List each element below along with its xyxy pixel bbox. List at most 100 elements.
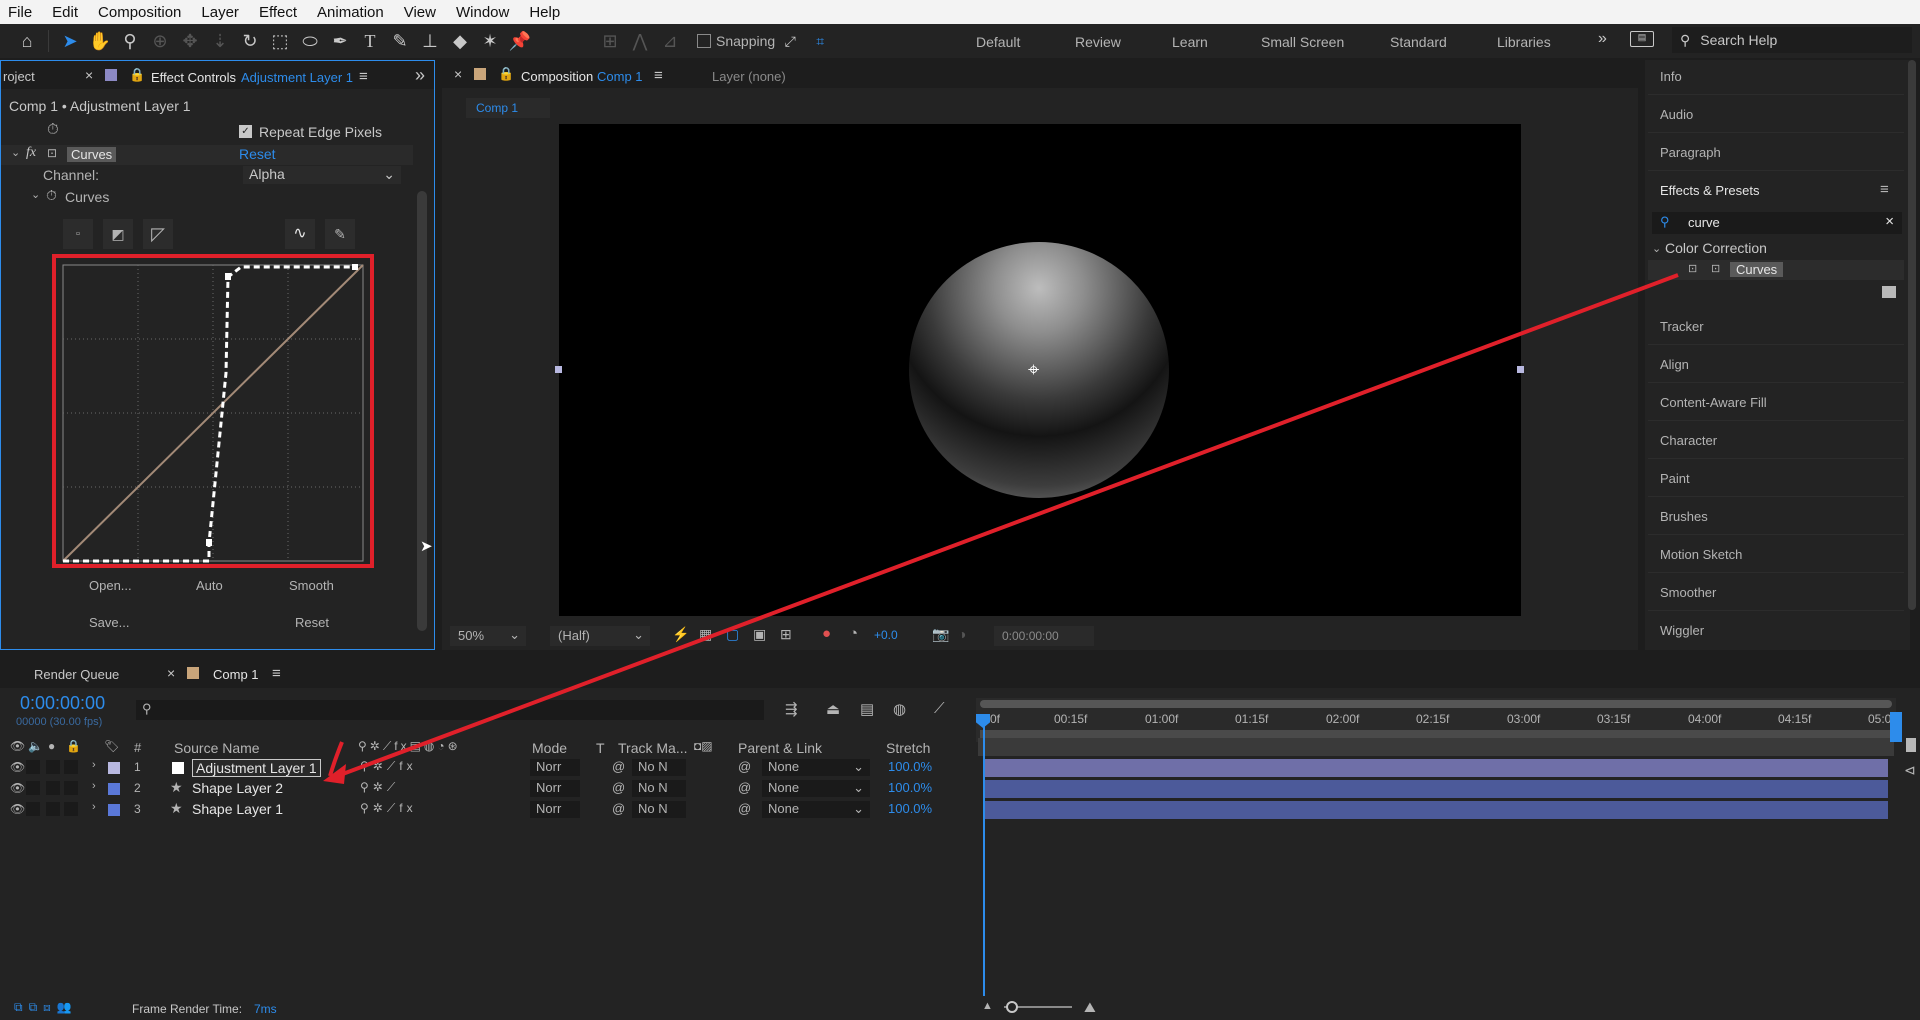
curves-reset-button[interactable]: Reset	[295, 615, 329, 630]
exposure-value[interactable]: +0.0	[874, 628, 898, 642]
layer-handle[interactable]	[1517, 366, 1524, 373]
reset-exposure-icon[interactable]: ◔	[849, 625, 858, 642]
shy-layers-icon[interactable]: ▤	[860, 700, 874, 718]
curves-effect-name[interactable]: Curves	[67, 147, 117, 162]
hand-tool-icon[interactable]: ✋	[85, 26, 115, 56]
puppet-pin-tool-icon[interactable]: 📌	[505, 26, 535, 56]
channel-dropdown[interactable]: Alpha ⌄	[243, 166, 401, 184]
show-snapshot-icon[interactable]: ◑	[958, 626, 966, 642]
workspace-libraries[interactable]: Libraries	[1497, 34, 1551, 50]
current-time-display[interactable]: 0:00:00:00	[20, 693, 105, 714]
visibility-eye-icon[interactable]: 👁	[10, 781, 25, 795]
parent-dropdown[interactable]: None ⌄	[762, 780, 870, 797]
project-tab[interactable]: roject	[3, 69, 35, 84]
motion-sketch-panel-tab[interactable]: Motion Sketch	[1660, 547, 1742, 562]
close-icon[interactable]: ×	[85, 67, 93, 83]
audio-panel-tab[interactable]: Audio	[1660, 107, 1693, 122]
solo-toggle[interactable]	[46, 760, 60, 774]
workspace-toggle-icon[interactable]: ▤	[1630, 31, 1654, 47]
source-name-column-header[interactable]: Source Name	[174, 740, 260, 756]
curve-1024-size-icon[interactable]: ◩	[103, 219, 133, 249]
curves-graph[interactable]	[51, 253, 375, 569]
pen-tool-icon[interactable]: ✒	[325, 26, 355, 56]
lock-toggle[interactable]	[64, 781, 78, 795]
align-world-axis-icon[interactable]: ⋀	[625, 26, 655, 56]
composition-tab-comp[interactable]: Comp 1	[597, 69, 643, 84]
workspace-standard[interactable]: Standard	[1390, 34, 1447, 50]
blend-mode-dropdown[interactable]: Norr	[530, 759, 580, 776]
selection-tool-icon[interactable]: ➤	[55, 26, 85, 56]
bezier-curve-tool-icon[interactable]: ∿	[285, 219, 315, 249]
color-correction-category[interactable]: Color Correction	[1665, 240, 1767, 256]
stopwatch-icon[interactable]: ⏱	[46, 187, 57, 204]
content-aware-fill-panel-tab[interactable]: Content-Aware Fill	[1660, 395, 1767, 410]
fast-previews-icon[interactable]: ⚡	[672, 626, 689, 643]
panel-menu-icon[interactable]: ≡	[1880, 181, 1889, 198]
character-panel-tab[interactable]: Character	[1660, 433, 1717, 448]
expand-chevron-icon[interactable]: ›	[92, 759, 96, 771]
curves-effect-row[interactable]	[1, 145, 413, 165]
pickwhip-icon[interactable]: @	[612, 801, 625, 816]
reset-link[interactable]: Reset	[239, 146, 276, 162]
clone-stamp-tool-icon[interactable]: ⊥	[415, 26, 445, 56]
curves-effect-result[interactable]: Curves	[1730, 262, 1784, 277]
layer-duration-bar[interactable]	[983, 780, 1888, 798]
expand-panels-icon[interactable]: »	[415, 65, 425, 86]
layer-name[interactable]: Shape Layer 1	[192, 801, 283, 817]
zoom-out-icon[interactable]: ▲	[982, 1000, 993, 1012]
layer-tab[interactable]: Layer (none)	[712, 69, 786, 84]
expand-chevron-icon[interactable]: ›	[92, 780, 96, 792]
menu-layer[interactable]: Layer	[191, 4, 249, 21]
render-queue-tab[interactable]: Render Queue	[34, 667, 119, 682]
draft-3d-icon[interactable]: ⏏	[826, 700, 840, 718]
time-navigator-end-icon[interactable]	[1906, 738, 1916, 752]
layer-switches[interactable]: ⚲✲⟋fx	[360, 759, 417, 774]
workspace-default[interactable]: Default	[976, 34, 1020, 50]
menu-effect[interactable]: Effect	[249, 4, 307, 21]
zoom-dropdown[interactable]: 50% ⌄	[450, 626, 526, 646]
panel-menu-icon[interactable]: ≡	[272, 665, 281, 682]
stretch-value[interactable]: 100.0%	[888, 780, 932, 795]
layer-row[interactable]: 👁 › 3 ★ Shape Layer 1 ⚲✲⟋fx Norr @ No N @ None ⌄ 100…	[0, 800, 976, 821]
layer-label-color[interactable]	[108, 783, 120, 795]
layer-name[interactable]: Shape Layer 2	[192, 780, 283, 796]
playhead[interactable]	[983, 720, 985, 996]
clear-search-icon[interactable]: ×	[1885, 213, 1894, 230]
parent-dropdown[interactable]: None ⌄	[762, 801, 870, 818]
panel-menu-icon[interactable]: ≡	[654, 67, 663, 84]
parent-pickwhip-icon[interactable]: @	[738, 759, 751, 774]
save-button[interactable]: Save...	[89, 615, 129, 630]
open-button[interactable]: Open...	[89, 578, 132, 593]
menu-help[interactable]: Help	[519, 4, 570, 21]
grid-guides-icon[interactable]: ⊞	[780, 626, 792, 643]
close-icon[interactable]: ×	[454, 66, 462, 82]
layer-row[interactable]: 👁 › 1 Adjustment Layer 1 ⚲✲⟋fx Norr @ No N @ None…	[0, 758, 976, 779]
curve-512-size-icon[interactable]: ▫	[63, 219, 93, 249]
pan-camera-icon[interactable]: ✥	[175, 26, 205, 56]
stretch-value[interactable]: 100.0%	[888, 759, 932, 774]
layer-label-color[interactable]	[108, 804, 120, 816]
region-of-interest-icon[interactable]: ▣	[753, 626, 766, 643]
track-matte-dropdown[interactable]: No N	[632, 759, 686, 776]
audio-toggle[interactable]	[26, 802, 40, 816]
pickwhip-icon[interactable]: @	[612, 780, 625, 795]
blend-mode-dropdown[interactable]: Norr	[530, 801, 580, 818]
effect-controls-layer-name[interactable]: Adjustment Layer 1	[241, 70, 353, 85]
ellipse-tool-icon[interactable]: ⬭	[295, 26, 325, 56]
orbit-camera-icon[interactable]: ⊕	[145, 26, 175, 56]
work-area-end-handle[interactable]	[1890, 712, 1902, 742]
collapse-chevron-icon[interactable]: ⌄	[1652, 242, 1661, 255]
pickwhip-icon[interactable]: @	[612, 759, 625, 774]
layer-switches[interactable]: ⚲✲⟋fx	[360, 801, 417, 816]
layer-label-color[interactable]	[108, 762, 120, 774]
comp-navigator-chip[interactable]: Comp 1	[466, 98, 550, 118]
menu-window[interactable]: Window	[446, 4, 519, 21]
viewer-timecode[interactable]: 0:00:00:00	[994, 626, 1094, 646]
audio-toggle[interactable]	[26, 760, 40, 774]
timeline-comp-tab[interactable]: Comp 1	[213, 667, 259, 682]
snapping-checkbox[interactable]	[697, 34, 711, 48]
menu-composition[interactable]: Composition	[88, 4, 191, 21]
curve-point[interactable]	[352, 264, 358, 270]
smooth-button[interactable]: Smooth	[289, 578, 334, 593]
right-panel-scrollbar[interactable]	[1908, 60, 1916, 610]
